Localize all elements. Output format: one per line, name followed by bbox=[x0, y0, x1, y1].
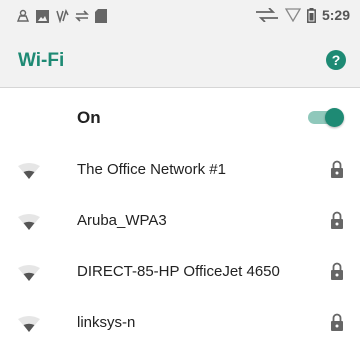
wifi-signal-icon bbox=[18, 214, 40, 230]
image-icon bbox=[36, 9, 49, 23]
toggle-thumb bbox=[325, 108, 344, 127]
data-signal-icon bbox=[255, 8, 278, 22]
network-name: DIRECT-85-HP OfficeJet 4650 bbox=[77, 263, 280, 280]
wifi-toggle-row[interactable]: On bbox=[0, 89, 360, 145]
network-item[interactable]: linksys-n bbox=[0, 298, 360, 348]
wifi-signal-icon bbox=[18, 163, 40, 179]
wifi-outline-icon bbox=[284, 8, 301, 22]
network-item[interactable]: Aruba_WPA3 bbox=[0, 196, 360, 247]
page-title: Wi-Fi bbox=[18, 50, 65, 71]
battery-icon bbox=[307, 7, 316, 23]
signal-activity-icon bbox=[56, 9, 69, 23]
sync-icon bbox=[75, 10, 89, 22]
network-name: The Office Network #1 bbox=[77, 161, 226, 178]
app-header: Wi-Fi ? bbox=[0, 30, 360, 88]
status-time: 5:29 bbox=[321, 7, 350, 23]
lock-icon bbox=[331, 262, 343, 280]
sd-card-icon bbox=[95, 9, 107, 23]
notification-icon bbox=[16, 9, 30, 22]
status-bar-right-icons: 5:29 bbox=[255, 6, 350, 24]
lock-icon bbox=[331, 313, 343, 331]
status-bar: 5:29 bbox=[0, 0, 360, 30]
wifi-signal-icon bbox=[18, 316, 40, 332]
network-name: Aruba_WPA3 bbox=[77, 212, 167, 229]
network-item[interactable]: The Office Network #1 bbox=[0, 145, 360, 196]
lock-icon bbox=[331, 211, 343, 229]
wifi-toggle-label: On bbox=[77, 108, 101, 127]
help-icon[interactable]: ? bbox=[326, 50, 346, 70]
wifi-signal-icon bbox=[18, 265, 40, 281]
network-item[interactable]: DIRECT-85-HP OfficeJet 4650 bbox=[0, 247, 360, 298]
status-bar-left-icons bbox=[16, 8, 107, 24]
network-list: The Office Network #1 Aruba_WPA3 DIRECT-… bbox=[0, 145, 360, 348]
network-name: linksys-n bbox=[77, 314, 136, 331]
wifi-toggle-switch[interactable] bbox=[308, 108, 344, 127]
lock-icon bbox=[331, 160, 343, 178]
